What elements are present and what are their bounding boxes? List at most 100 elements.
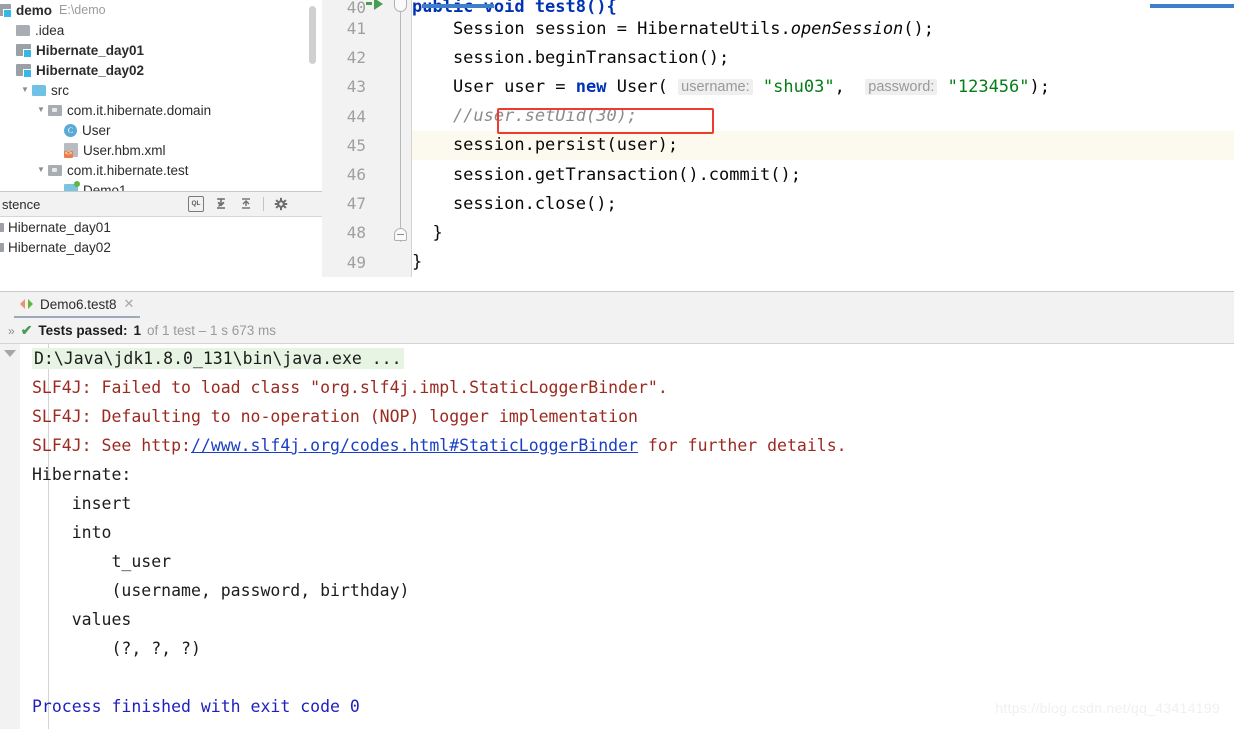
code-line-48[interactable]: 48 } xyxy=(322,218,1234,248)
toolbar-divider xyxy=(263,197,264,211)
code-line-42[interactable]: 42 session.beginTransaction(); xyxy=(322,43,1234,73)
line-number: 46 xyxy=(346,165,366,185)
code-text: session.close(); xyxy=(412,193,617,214)
console-link[interactable]: //www.slf4j.org/codes.html#StaticLoggerB… xyxy=(191,436,638,455)
code-line-47[interactable]: 47 session.close(); xyxy=(322,189,1234,219)
editor-lines: 40 public void test8(){41 Session session… xyxy=(322,0,1234,277)
project-tree-panel[interactable]: demo E:\demo .idea Hibernate_day01 Hibernate… xyxy=(0,0,322,191)
code-text: } xyxy=(412,252,423,273)
tree-item-demo1[interactable]: Demo1 xyxy=(0,180,322,191)
persistence-item-label: Hibernate_day02 xyxy=(8,239,111,255)
line-number: 43 xyxy=(346,77,366,97)
tree-item-com-it-hibernate-test[interactable]: ▼ com.it.hibernate.test xyxy=(0,160,322,180)
project-tree-rows: demo E:\demo .idea Hibernate_day01 Hibernate… xyxy=(0,0,322,191)
tree-item--idea[interactable]: .idea xyxy=(0,20,322,40)
module-icon xyxy=(0,242,4,252)
tests-passed-label: Tests passed: xyxy=(38,323,128,338)
console-text: (username, password, birthday) xyxy=(32,581,420,600)
code-line-46[interactable]: 46 session.getTransaction().commit(); xyxy=(322,159,1234,190)
console-line: SLF4J: See http://www.slf4j.org/codes.ht… xyxy=(0,431,1234,460)
persistence-tool-window: stence QL Hibernate_day01 Hibernate_day0… xyxy=(0,191,322,291)
console-line: insert xyxy=(0,489,1234,518)
hide-icon[interactable] xyxy=(298,196,314,212)
chevron-down-icon[interactable]: ▼ xyxy=(34,100,48,120)
tests-duration-label: of 1 test – 1 s 673 ms xyxy=(146,323,277,338)
console-icon[interactable]: QL xyxy=(188,196,204,212)
line-number: 40 xyxy=(346,0,366,17)
console-line: values xyxy=(0,605,1234,634)
tree-item-com-it-hibernate-domain[interactable]: ▼ com.it.hibernate.domain xyxy=(0,100,322,120)
console-text: SLF4J: Defaulting to no-operation (NOP) … xyxy=(32,407,638,426)
module-icon xyxy=(0,222,4,232)
tree-item-label: com.it.hibernate.domain xyxy=(67,102,212,118)
console-text: Process finished with exit code 0 xyxy=(32,697,360,716)
tree-scrollbar[interactable] xyxy=(309,6,316,64)
code-line-44[interactable]: 44 //user.setUid(30); xyxy=(322,101,1234,131)
line-number: 42 xyxy=(346,48,366,68)
settings-gear-icon[interactable] xyxy=(273,196,289,212)
folder-icon xyxy=(16,24,30,36)
line-number: 47 xyxy=(346,194,366,214)
code-text: Session session = HibernateUtils. openSes… xyxy=(412,18,935,39)
tree-item-root[interactable]: demo E:\demo xyxy=(0,0,322,20)
code-line-45[interactable]: 45 session.persist(user); xyxy=(322,130,1234,160)
close-icon[interactable]: ✕ xyxy=(124,296,135,312)
persistence-item-label: Hibernate_day01 xyxy=(8,219,111,235)
source-folder-icon xyxy=(32,84,46,96)
tree-item-label: User.hbm.xml xyxy=(83,142,166,158)
xml-file-icon xyxy=(64,143,78,158)
selection-highlight xyxy=(422,4,494,8)
console-output[interactable]: D:\Java\jdk1.8.0_131\bin\java.exe ... SLF… xyxy=(0,344,1234,729)
code-text: User user = new User( username: "shu03",… xyxy=(412,76,1050,97)
persistence-title: stence xyxy=(2,196,41,212)
run-tool-window-tabs: Demo6.test8 ✕ xyxy=(0,291,1234,319)
code-line-41[interactable]: 41 Session session = HibernateUtils. open… xyxy=(322,14,1234,44)
tree-item-label: src xyxy=(51,82,69,98)
chevron-down-icon[interactable]: ▼ xyxy=(18,80,32,100)
console-text: D:\Java\jdk1.8.0_131\bin\java.exe ... xyxy=(32,348,404,369)
tree-item-path: E:\demo xyxy=(59,3,106,17)
line-number: 41 xyxy=(346,19,366,39)
console-text: for further details. xyxy=(637,436,847,455)
package-icon xyxy=(48,164,62,176)
expand-chevrons-icon[interactable]: » xyxy=(8,324,15,338)
tree-item-src[interactable]: ▼ src xyxy=(0,80,322,100)
console-line: Hibernate: xyxy=(0,460,1234,489)
tree-item-label: .idea xyxy=(35,22,65,38)
tree-item-label: Demo1 xyxy=(83,182,127,192)
package-icon xyxy=(48,104,62,116)
tree-item-user[interactable]: C User xyxy=(0,120,322,140)
line-number: 48 xyxy=(346,223,366,243)
run-test-gutter-icon[interactable] xyxy=(374,0,383,10)
expand-all-icon[interactable] xyxy=(213,196,229,212)
console-line: SLF4J: Failed to load class "org.slf4j.i… xyxy=(0,373,1234,402)
persistence-list-item[interactable]: Hibernate_day02 xyxy=(0,237,322,257)
top-area: demo E:\demo .idea Hibernate_day01 Hibernate… xyxy=(0,0,1234,291)
console-text: values xyxy=(32,610,132,629)
tree-item-hibernate-day01[interactable]: Hibernate_day01 xyxy=(0,40,322,60)
tab-demo6-test8[interactable]: Demo6.test8 ✕ xyxy=(14,292,141,319)
chevron-down-icon[interactable]: ▼ xyxy=(34,160,48,180)
collapse-all-icon[interactable] xyxy=(238,196,254,212)
console-line: SLF4J: Defaulting to no-operation (NOP) … xyxy=(0,402,1234,431)
tree-item-hibernate-day02[interactable]: Hibernate_day02 xyxy=(0,60,322,80)
console-line: (?, ?, ?) xyxy=(0,634,1234,663)
tree-item-user-hbm-xml[interactable]: User.hbm.xml xyxy=(0,140,322,160)
module-icon xyxy=(16,64,32,78)
tests-passed-count: 1 xyxy=(133,323,141,338)
fold-marker-close[interactable] xyxy=(394,228,407,241)
code-line-43[interactable]: 43 User user = new User( username: "shu0… xyxy=(322,72,1234,102)
console-line: D:\Java\jdk1.8.0_131\bin\java.exe ... xyxy=(0,344,1234,373)
code-line-49[interactable]: 49} xyxy=(322,247,1234,277)
line-number: 49 xyxy=(346,252,366,272)
console-text: t_user xyxy=(32,552,172,571)
persistence-list-item[interactable]: Hibernate_day01 xyxy=(0,217,322,237)
code-editor[interactable]: 40 public void test8(){41 Session session… xyxy=(322,0,1234,291)
run-test-icon xyxy=(20,298,33,310)
persistence-list: Hibernate_day01 Hibernate_day02 xyxy=(0,217,322,257)
console-lines: D:\Java\jdk1.8.0_131\bin\java.exe ... SLF… xyxy=(0,344,1234,721)
project-icon xyxy=(0,4,12,18)
selection-highlight-2 xyxy=(1150,4,1234,8)
console-text: (?, ?, ?) xyxy=(32,639,201,658)
tree-item-label: Hibernate_day01 xyxy=(36,42,145,58)
